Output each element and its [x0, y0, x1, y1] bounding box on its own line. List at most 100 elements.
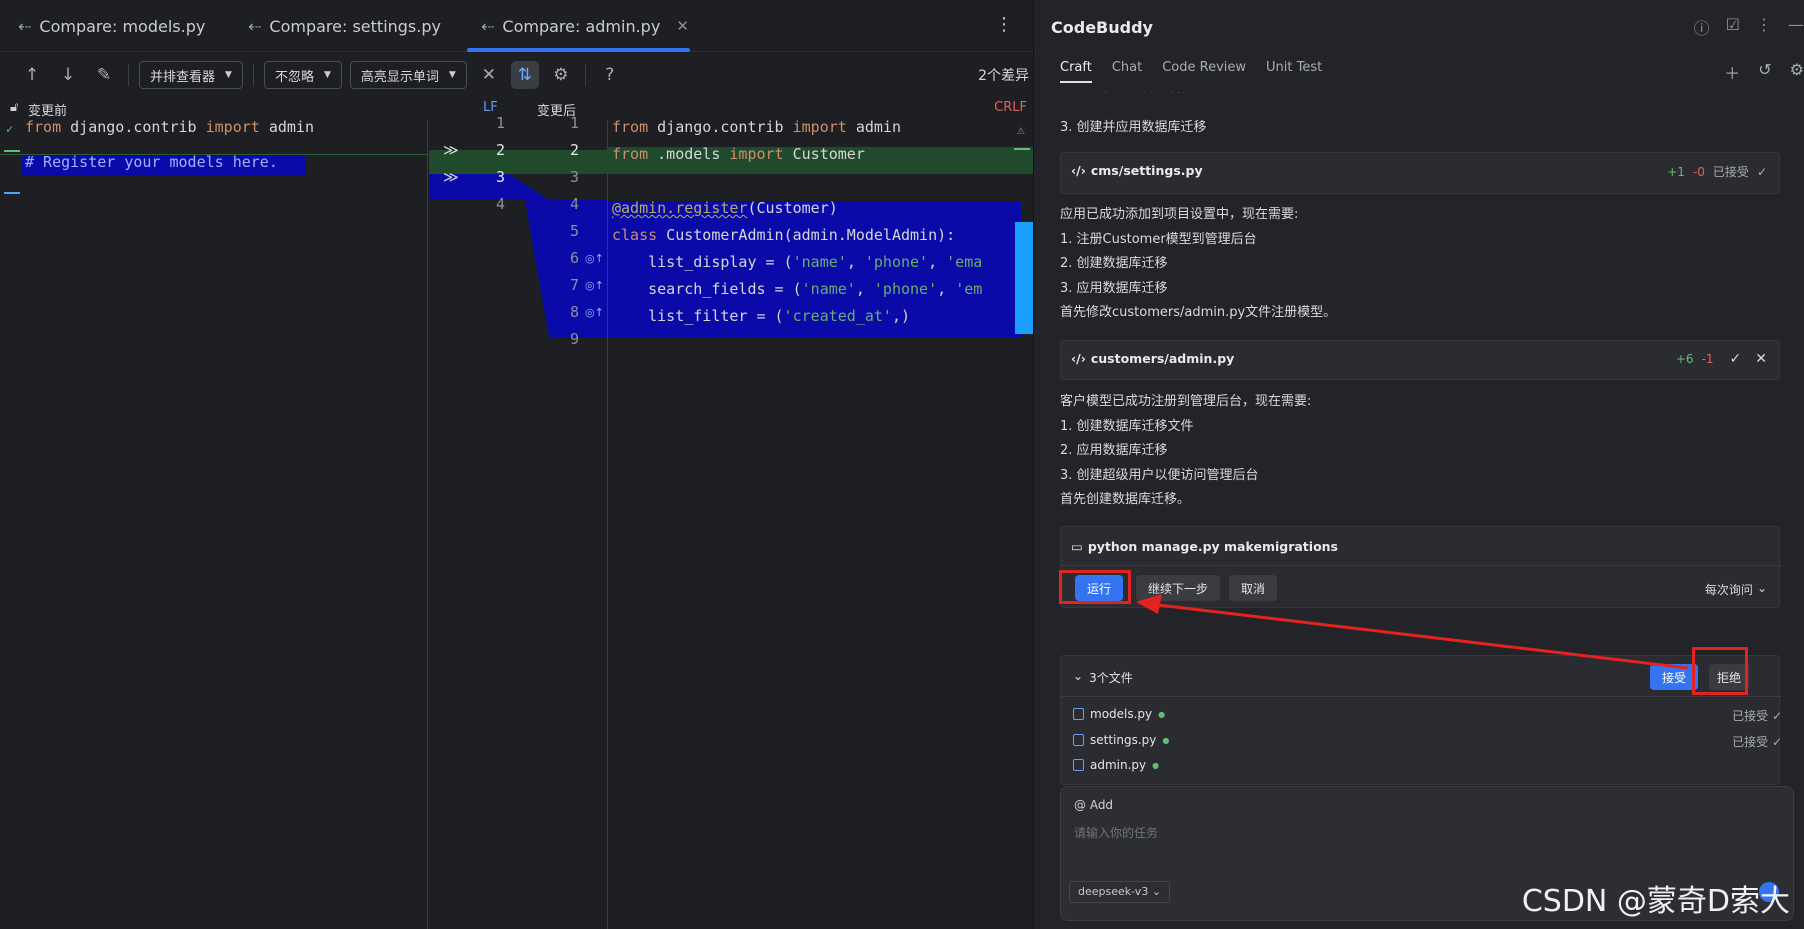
override-icon[interactable]: ◎↑	[585, 252, 604, 265]
message-line: 1. 注册Customer模型到管理后台	[1060, 231, 1257, 247]
file-card-name: customers/admin.py	[1090, 351, 1235, 366]
line-number-right: 9	[569, 330, 579, 348]
file-card-settings[interactable]: ‹/› cms/settings.py +1 -0 已接受 ✓	[1060, 152, 1780, 194]
message-paragraph-1: 应用已成功添加到项目设置中，现在需要: 1. 注册Customer模型到管理后台…	[1060, 203, 1336, 326]
tab-chat[interactable]: Chat	[1112, 60, 1142, 83]
plus-icon[interactable]: ＋	[1724, 60, 1740, 84]
chevron-down-icon: ▼	[448, 70, 456, 80]
accept-check-icon[interactable]: ✓	[1730, 351, 1742, 367]
python-file-icon	[1073, 708, 1084, 720]
message-line: 首先创建数据库迁移。	[1060, 492, 1191, 507]
sync-scroll-icon[interactable]: ⇅	[510, 61, 539, 89]
code-token: import	[205, 118, 260, 136]
task-input-placeholder[interactable]: 请输入你的任务	[1074, 824, 1158, 841]
more-icon[interactable]: ⋮	[1756, 15, 1772, 39]
apply-change-icon[interactable]: ≫	[443, 141, 459, 159]
arrow-up-icon[interactable]: ↑	[18, 61, 46, 89]
code-token: ,	[928, 253, 947, 271]
model-selector[interactable]: deepseek-v3 ⌄	[1069, 881, 1171, 903]
close-icon[interactable]: ✕	[676, 17, 689, 35]
tab-admin[interactable]: ⇠ Compare: admin.py ✕	[469, 0, 701, 52]
message-step: 3. 创建并应用数据库迁移	[1060, 120, 1207, 135]
editor-tabs: ⇠ Compare: models.py ⇠ Compare: settings…	[0, 0, 1033, 52]
terminal-icon: ▭	[1071, 539, 1083, 554]
tab-models[interactable]: ⇠ Compare: models.py	[6, 0, 217, 52]
code-token: search_fields = (	[612, 280, 802, 298]
pencil-icon[interactable]: ✎	[90, 61, 118, 89]
right-code-pane[interactable]: ⚠ from django.contrib import admin from .…	[607, 118, 1033, 929]
tab-craft[interactable]: Craft	[1060, 60, 1092, 83]
help-icon[interactable]: ⓘ	[1694, 15, 1710, 39]
arrow-down-icon[interactable]: ↓	[54, 61, 82, 89]
message-line: 2. 应用数据库迁移	[1060, 443, 1168, 458]
files-summary-card: ⌄ 3个文件 接受 拒绝	[1060, 655, 1781, 785]
file-item-models[interactable]: models.py ●	[1073, 707, 1165, 721]
message-line: 2. 创建数据库迁移	[1060, 256, 1168, 271]
diff-connector	[429, 150, 607, 337]
override-icon[interactable]: ◎↑	[585, 279, 604, 292]
lock-icon: 🔓︎	[10, 100, 19, 115]
code-token: .models	[648, 145, 730, 163]
files-toggle[interactable]: ⌄ 3个文件	[1073, 669, 1133, 686]
collapse-icon[interactable]: ✕	[475, 61, 503, 89]
diff-gutter: 1 2 3 4 ≫ ≫ 1 2 3 4 5 6 ◎↑ 7 ◎↑ 8 ◎↑ 9	[429, 114, 607, 929]
history-icon[interactable]: ↺	[1758, 60, 1771, 84]
message-line: 3. 创建超级用户以便访问管理后台	[1060, 467, 1259, 483]
line-number-right: 3	[569, 168, 579, 186]
added-count: +6	[1675, 352, 1694, 366]
connector-change	[429, 174, 607, 337]
line-ending-right[interactable]: CRLF	[994, 100, 1027, 115]
tab-label: Compare: settings.py	[269, 16, 441, 36]
compare-icon: ⇠	[18, 16, 32, 36]
model-label: deepseek-v3	[1078, 885, 1149, 898]
code-token: 'ema	[946, 253, 983, 271]
codebuddy-panel: CodeBuddy ⓘ ☑ ⋮ — Craft Chat Code Review…	[1033, 0, 1804, 929]
add-context-button[interactable]: @ Add	[1074, 798, 1113, 812]
file-card-admin[interactable]: ‹/› customers/admin.py +6 -1 ✓ ✕	[1060, 340, 1780, 380]
divider	[1061, 696, 1781, 697]
highlight-dropdown[interactable]: 高亮显示单词 ▼	[349, 61, 467, 89]
approval-mode-dropdown[interactable]: 每次询问 ⌄	[1705, 581, 1767, 598]
line-number-left: 1	[495, 114, 505, 132]
line-number-right: 6	[569, 249, 579, 267]
file-card-name: cms/settings.py	[1090, 163, 1203, 178]
viewer-mode-label: 并排查看器	[150, 69, 216, 85]
chevron-down-icon: ⌄	[1073, 669, 1084, 683]
line-number-right: 4	[569, 195, 579, 213]
help-icon[interactable]: ?	[596, 61, 624, 89]
highlight-mode-label: 高亮显示单词	[360, 69, 439, 85]
accept-all-button[interactable]: 接受	[1650, 664, 1699, 690]
ignore-dropdown[interactable]: 不忽略 ▼	[263, 61, 342, 89]
viewer-mode-dropdown[interactable]: 并排查看器 ▼	[139, 61, 243, 89]
more-icon[interactable]: ⋮	[995, 14, 1013, 35]
minimize-icon[interactable]: —	[1788, 15, 1804, 39]
code-token: django.contrib	[648, 118, 793, 136]
file-item-admin[interactable]: admin.py ●	[1073, 758, 1159, 772]
tab-code-review[interactable]: Code Review	[1162, 60, 1246, 83]
panel-header-icons: ⓘ ☑ ⋮ —	[1694, 15, 1804, 39]
line-ending-left[interactable]: LF	[483, 100, 498, 115]
code-token: ,)	[891, 307, 911, 325]
annotation-box-run	[1059, 570, 1131, 604]
continue-button[interactable]: 继续下一步	[1136, 575, 1221, 601]
cancel-button[interactable]: 取消	[1229, 575, 1278, 601]
removed-count: -0	[1692, 164, 1705, 179]
left-code-pane[interactable]: ✓ from django.contrib import admin # Regi…	[0, 118, 428, 929]
tab-settings[interactable]: ⇠ Compare: settings.py	[236, 0, 453, 52]
gear-icon[interactable]: ⚙	[547, 61, 575, 89]
apply-change-icon[interactable]: ≫	[443, 168, 459, 186]
tab-unit-test[interactable]: Unit Test	[1266, 60, 1322, 83]
message-line: 首先修改customers/admin.py文件注册模型。	[1060, 305, 1337, 320]
gear-icon[interactable]: ⚙	[1790, 60, 1804, 84]
line-number-right: 7	[569, 276, 579, 294]
message-line: 3. 应用数据库迁移	[1060, 280, 1168, 296]
line-number-right: 1	[569, 114, 579, 132]
notes-icon[interactable]: ☑	[1726, 15, 1740, 39]
compare-icon: ⇠	[481, 16, 495, 36]
file-name: models.py	[1090, 707, 1153, 721]
file-item-settings[interactable]: settings.py ●	[1073, 733, 1169, 747]
reject-close-icon[interactable]: ✕	[1755, 351, 1767, 367]
override-icon[interactable]: ◎↑	[585, 306, 604, 319]
python-file-icon	[1073, 759, 1084, 771]
code-token: ,	[937, 280, 956, 298]
